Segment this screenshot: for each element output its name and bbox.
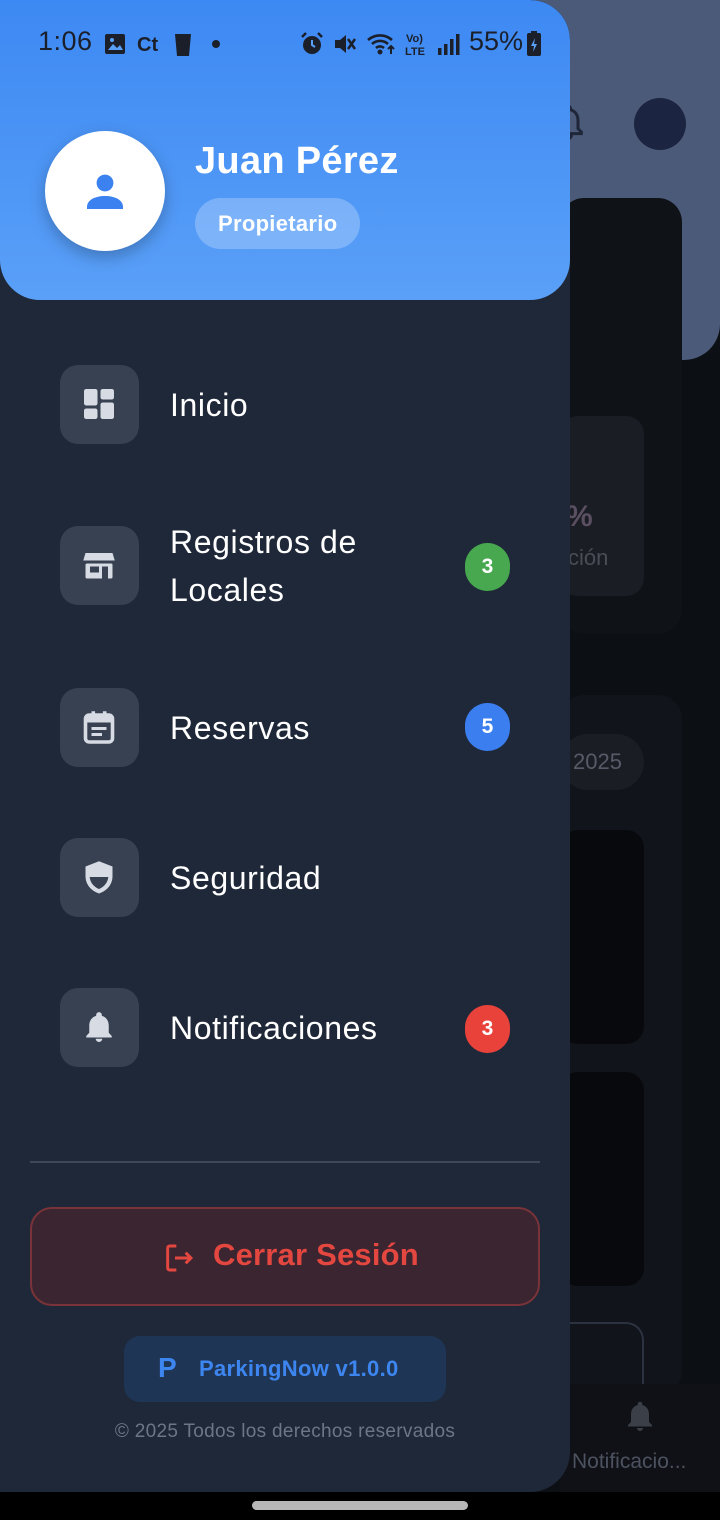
menu-item-label: Inicio [170,387,249,423]
menu-item-seguridad[interactable]: Seguridad [0,818,570,938]
bell-icon [86,1012,112,1042]
logout-icon [166,1244,194,1272]
background-card [560,695,682,1395]
background-year-chip: 2025 [560,734,644,790]
background-stat-value: % [566,500,593,533]
gallery-icon [105,34,125,54]
home-gesture-pill[interactable] [252,1501,468,1510]
calendar-icon [83,711,115,744]
battery-charging-icon [527,31,541,56]
status-bar: 1:06 Ct Vo) LTE 55% [0,0,570,88]
user-name: Juan Pérez [195,140,399,182]
app-version-label: ParkingNow v1.0.0 [199,1356,399,1381]
count-badge: 3 [465,1005,510,1053]
svg-text:Vo): Vo) [406,33,423,45]
dashboard-icon [84,389,114,419]
svg-text:LTE: LTE [405,46,425,58]
menu-item-label: Seguridad [170,860,322,896]
status-time: 1:06 [38,26,93,56]
battery-percent: 55% [469,26,524,56]
menu-icon-container [60,688,139,767]
menu-icon-container [60,365,139,444]
logout-label: Cerrar Sesión [213,1237,419,1272]
count-badge: 5 [465,703,510,751]
menu-item-label: Registros de Locales [170,524,357,608]
menu-icon-container [60,988,139,1067]
avatar[interactable] [45,131,165,251]
signal-icon [438,34,460,55]
parking-logo-icon: P [158,1352,177,1383]
mute-icon [335,35,357,53]
bell-icon [628,1401,652,1431]
svg-text:Ct: Ct [137,34,158,56]
shield-icon [85,861,113,894]
copyright-text: © 2025 Todos los derechos reservados [114,1421,456,1442]
role-badge: Propietario [195,198,361,249]
trash-icon [175,34,191,56]
menu-item-label: Notificaciones [170,1010,378,1046]
menu-icon-container [60,838,139,917]
background-block [560,830,644,1044]
app-version-chip: P ParkingNow v1.0.0 [124,1336,446,1402]
background-stat-caption: ción [568,545,609,570]
menu-item-label: Reservas [170,710,310,746]
person-icon [87,174,123,209]
count-badge: 3 [465,543,510,591]
volte-icon: Vo) LTE [405,33,425,58]
dot-icon [212,40,220,48]
menu-item-inicio[interactable]: Inicio [0,345,570,465]
background-block [560,1072,644,1286]
menu-icon-container [60,526,139,605]
divider [30,1161,540,1163]
navigation-drawer: 1:06 Ct Vo) LTE 55% Juan Pérez Propietar… [0,0,570,1492]
menu-item-registros-de-locales[interactable]: Registros de Locales 3 [0,506,570,626]
alarm-icon [301,32,323,54]
wifi-icon [367,34,395,55]
drawer-header: 1:06 Ct Vo) LTE 55% Juan Pérez Propietar… [0,0,570,300]
ct-icon: Ct [137,34,158,56]
menu-item-notificaciones[interactable]: Notificaciones 3 [0,968,570,1088]
menu-item-reservas[interactable]: Reservas 5 [0,668,570,788]
logout-button[interactable]: Cerrar Sesión [30,1207,540,1306]
background-nav-label: Notificacio... [572,1450,687,1473]
background-avatar[interactable] [634,98,686,150]
store-icon [83,553,115,579]
